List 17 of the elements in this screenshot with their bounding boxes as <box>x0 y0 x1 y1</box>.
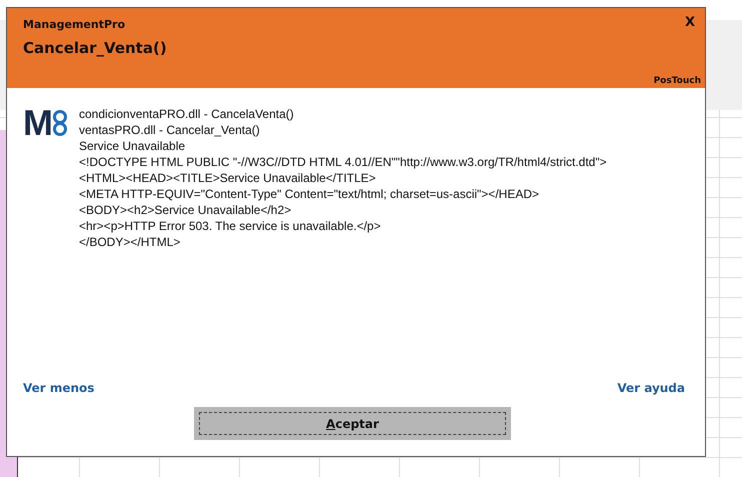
dialog-title: Cancelar_Venta() <box>23 39 168 57</box>
message-line: Service Unavailable <box>79 138 186 154</box>
message-line: <META HTTP-EQUIV="Content-Type" Content="text/html; charset=us-ascii"></HEAD> <box>79 186 540 202</box>
ver-ayuda-link[interactable]: Ver ayuda <box>617 381 685 395</box>
message-line: <BODY><h2>Service Unavailable</h2> <box>79 202 292 218</box>
ver-menos-link[interactable]: Ver menos <box>23 381 94 395</box>
message-line: ventasPRO.dll - Cancelar_Venta() <box>79 122 261 138</box>
accept-button[interactable]: Aceptar <box>194 407 511 440</box>
message-line: condicionventaPRO.dll - CancelaVenta() <box>79 106 295 122</box>
message-line: </BODY></HTML> <box>79 234 182 250</box>
brand-label: PosTouch <box>654 76 701 86</box>
logo: M <box>23 106 71 140</box>
message-line: <HTML><HEAD><TITLE>Service Unavailable</TITLE> <box>79 170 377 186</box>
message-line: <hr><p>HTTP Error 503. The service is unavailable.</p> <box>79 218 382 234</box>
app-name: ManagementPro <box>23 18 126 31</box>
message-line: <!DOCTYPE HTML PUBLIC "-//W3C//DTD HTML 4.01//EN""http://www.w3.org/TR/html4/strict.dtd"> <box>79 154 607 170</box>
close-button[interactable]: X <box>678 15 701 30</box>
